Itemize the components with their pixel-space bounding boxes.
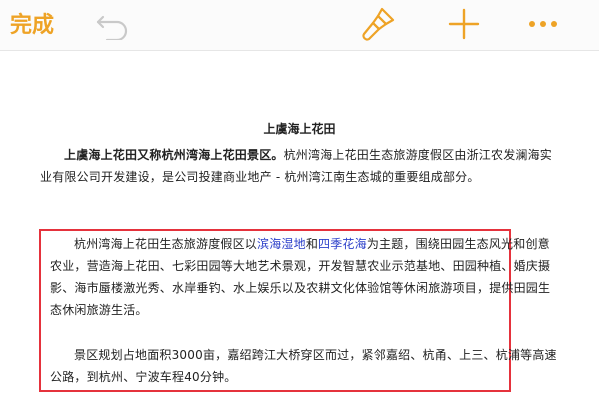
paragraph-theme-mid: 和 bbox=[305, 237, 319, 251]
paragraph-theme: 杭州湾海上花田生态旅游度假区以滨海湿地和四季花海为主题，围绕田园生态风光和创意农… bbox=[50, 233, 558, 321]
document-title: 上虞海上花田 bbox=[263, 122, 336, 136]
paragraph-intro: 上虞海上花田又称杭州湾海上花田景区。杭州湾海上花田生态旅游度假区由浙江农发澜海实… bbox=[40, 144, 560, 188]
paragraph-location: 景区规划占地面积3000亩，嘉绍跨江大桥穿区而过，紧邻嘉绍、杭甬、上三、杭浦等高… bbox=[50, 348, 557, 384]
top-toolbar: 完成 bbox=[0, 0, 599, 51]
paintbrush-icon[interactable] bbox=[360, 6, 396, 42]
paragraph-intro-bold: 上虞海上花田又称杭州湾海上花田景区。 bbox=[64, 148, 284, 162]
highlight-term-wetland: 滨海湿地 bbox=[257, 237, 306, 251]
highlight-term-flowers: 四季花海 bbox=[318, 237, 367, 251]
undo-icon[interactable] bbox=[95, 10, 131, 40]
done-button[interactable]: 完成 bbox=[10, 7, 54, 39]
plus-icon[interactable] bbox=[447, 7, 481, 41]
more-icon[interactable] bbox=[526, 14, 560, 34]
paragraph-theme-pre: 杭州湾海上花田生态旅游度假区以 bbox=[74, 237, 258, 251]
